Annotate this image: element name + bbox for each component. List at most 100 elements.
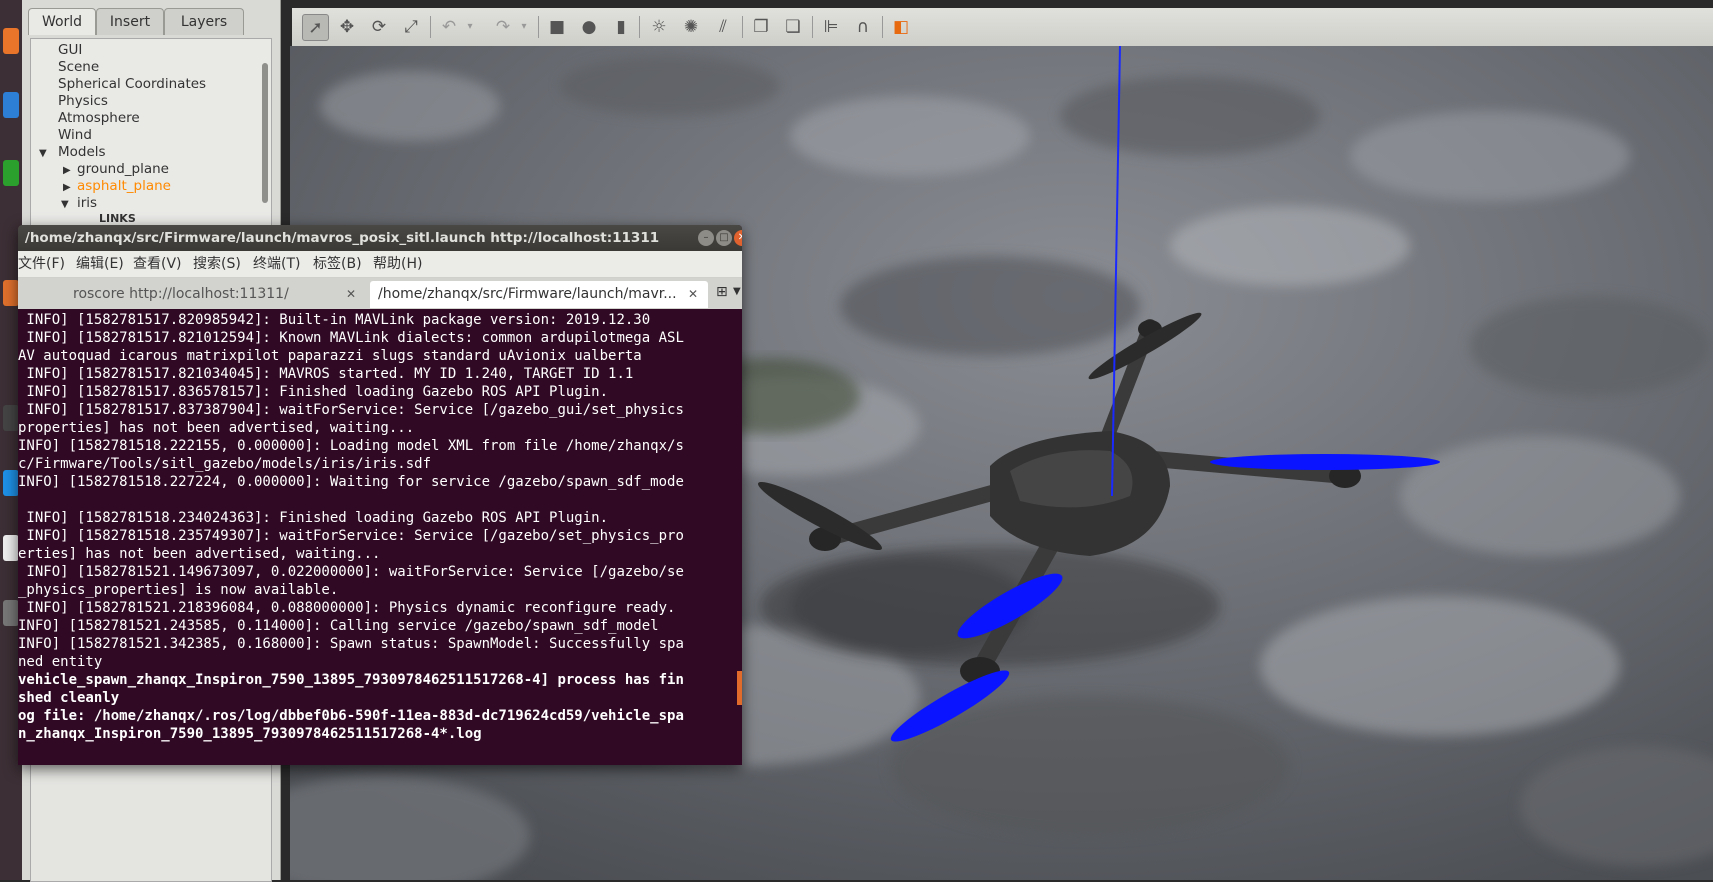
gazebo-toolbar: ➚ ✥ ⟳ ⤢ ↶ ▾ ↷ ▾ ■ ● ▮ ☼ ✺ ⫽ ❐ ❏ ⊫ ∩ ◧ [292,8,1713,47]
terminal-line: INFO] [1582781517.837387904]: waitForSer… [18,402,684,418]
tree-item-models[interactable]: Models [58,144,106,160]
select-mode-icon[interactable]: ➚ [302,14,329,41]
world-tree: GUI Scene Spherical Coordinates Physics … [30,38,272,232]
libreoffice-calc-icon[interactable] [3,160,19,186]
minimize-icon[interactable]: – [698,230,714,246]
cylinder-icon[interactable]: ▮ [608,14,634,40]
tree-item-physics[interactable]: Physics [58,93,108,109]
files-icon[interactable] [3,92,19,118]
sphere-icon[interactable]: ● [576,14,602,40]
toolbar-separator [430,16,431,38]
snap-icon[interactable]: ∩ [850,14,876,40]
terminal-line: AV autoquad icarous matrixpilot paparazz… [18,348,642,364]
expanded-caret-icon[interactable]: ▼ [39,148,47,159]
tab-roscore[interactable]: roscore http://localhost:11311/ ✕ [18,281,366,308]
tree-item-iris[interactable]: iris [77,195,97,211]
directional-light-icon[interactable]: ⫽ [710,14,736,40]
terminal-line: INFO] [1582781518.222155, 0.000000]: Loa… [18,438,684,454]
new-tab-icon[interactable]: ⊞ [716,284,728,300]
terminal-line: c/Firmware/Tools/sitl_gazebo/models/iris… [18,456,432,472]
paste-icon[interactable]: ❏ [780,14,806,40]
terminal-line: _physics_properties] is now available. [18,582,339,598]
terminal-line: INFO] [1582781517.820985942]: Built-in M… [18,312,651,328]
firefox-icon[interactable] [3,28,19,54]
menu-help[interactable]: 帮助(H) [373,251,422,277]
app-icon[interactable] [3,535,19,561]
tree-item-gui[interactable]: GUI [58,42,82,58]
close-icon[interactable]: ✕ [734,230,742,246]
maximize-icon[interactable]: □ [716,230,732,246]
tree-scrollbar[interactable] [262,63,268,203]
menu-view[interactable]: 查看(V) [133,251,182,277]
copy-icon[interactable]: ❐ [748,14,774,40]
terminal-line: INFO] [1582781521.218396084, 0.088000000… [18,600,676,616]
tree-item-atmosphere[interactable]: Atmosphere [58,110,140,126]
rotate-icon[interactable]: ⟳ [366,14,392,40]
toolbar-separator [742,16,743,38]
tree-item-asphalt-plane[interactable]: asphalt_plane [77,178,171,194]
app-icon[interactable] [3,600,19,626]
terminal-line: INFO] [1582781517.821012594]: Known MAVL… [18,330,684,346]
terminal-scrollbar[interactable] [737,671,742,705]
terminal-line: n_zhanqx_Inspiron_7590_13895_79309784625… [18,726,482,742]
tab-mavros-launch[interactable]: /home/zhanqx/src/Firmware/launch/mavr...… [370,281,708,308]
terminal-line: INFO] [1582781518.235749307]: waitForSer… [18,528,684,544]
toolbar-separator [538,16,539,38]
terminal-window[interactable]: /home/zhanqx/src/Firmware/launch/mavros_… [18,225,742,765]
terminal-line: shed cleanly [18,690,120,706]
tree-item-spherical-coordinates[interactable]: Spherical Coordinates [58,76,206,92]
collapsed-caret-icon[interactable]: ▶ [63,182,71,193]
spot-light-icon[interactable]: ✺ [678,14,704,40]
terminal-line: INFO] [1582781517.836578157]: Finished l… [18,384,609,400]
collapsed-caret-icon[interactable]: ▶ [63,165,71,176]
toolbar-separator [882,16,883,38]
menu-file[interactable]: 文件(F) [18,251,65,277]
tree-item-links[interactable]: LINKS [99,212,136,225]
terminal-line: vehicle_spawn_zhanqx_Inspiron_7590_13895… [18,672,684,688]
box-icon[interactable]: ■ [544,14,570,40]
close-tab-icon[interactable]: ✕ [346,281,356,308]
dropdown-icon[interactable]: ▾ [462,14,478,40]
dropdown-icon[interactable]: ▾ [516,14,532,40]
terminal-line: INFO] [1582781518.227224, 0.000000]: Wai… [18,474,684,490]
tree-item-ground-plane[interactable]: ground_plane [77,161,169,177]
close-tab-icon[interactable]: ✕ [688,281,698,308]
expanded-caret-icon[interactable]: ▼ [61,199,69,210]
tab-layers[interactable]: Layers [164,8,244,35]
tab-label: roscore http://localhost:11311/ [73,286,289,302]
terminal-line: ned entity [18,654,103,670]
tab-world[interactable]: World [28,8,96,35]
tree-item-wind[interactable]: Wind [58,127,92,143]
terminal-title: /home/zhanqx/src/Firmware/launch/mavros_… [24,230,660,246]
terminal-line: INFO] [1582781521.342385, 0.168000]: Spa… [18,636,684,652]
scale-icon[interactable]: ⤢ [398,14,424,40]
terminal-menubar: 文件(F) 编辑(E) 查看(V) 搜索(S) 终端(T) 标签(B) 帮助(H… [18,251,742,278]
software-center-icon[interactable] [3,280,19,306]
toolbar-separator [812,16,813,38]
terminal-tabs: roscore http://localhost:11311/ ✕ /home/… [18,278,742,309]
toolbar-separator [639,16,640,38]
terminal-icon[interactable] [3,405,19,431]
terminal-line: INFO] [1582781517.821034045]: MAVROS sta… [18,366,634,382]
redo-icon[interactable]: ↷ [490,14,516,40]
tab-insert[interactable]: Insert [96,8,164,35]
terminal-line: INFO] [1582781521.149673097, 0.022000000… [18,564,684,580]
panel-tabs: World Insert Layers [22,8,280,35]
translate-icon[interactable]: ✥ [334,14,360,40]
vscode-icon[interactable] [3,470,19,496]
menu-search[interactable]: 搜索(S) [193,251,241,277]
menu-edit[interactable]: 编辑(E) [76,251,124,277]
terminal-line: INFO] [1582781518.234024363]: Finished l… [18,510,609,526]
terminal-output[interactable]: INFO] [1582781517.820985942]: Built-in M… [18,309,742,765]
undo-icon[interactable]: ↶ [436,14,462,40]
tree-item-scene[interactable]: Scene [58,59,99,75]
align-icon[interactable]: ⊫ [818,14,844,40]
point-light-icon[interactable]: ☼ [646,14,672,40]
menu-terminal[interactable]: 终端(T) [253,251,300,277]
view-angle-icon[interactable]: ◧ [888,14,914,40]
tab-label: /home/zhanqx/src/Firmware/launch/mavr... [378,286,677,302]
chevron-down-icon[interactable]: ▼ [733,286,741,297]
menu-tabs[interactable]: 标签(B) [313,251,362,277]
terminal-titlebar[interactable]: /home/zhanqx/src/Firmware/launch/mavros_… [18,225,742,251]
